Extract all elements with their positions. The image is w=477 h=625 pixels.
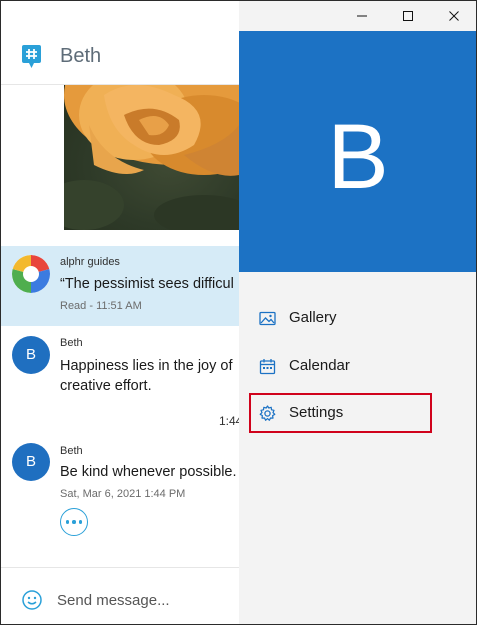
dot — [72, 520, 76, 524]
message-text-line: Happiness lies in the joy of — [60, 358, 233, 374]
message-status: Read - 11:51 AM — [60, 300, 142, 312]
gallery-icon — [259, 311, 276, 326]
alphr-logo-icon — [12, 255, 50, 293]
message-sender: Beth — [60, 337, 83, 349]
menu-label: Calendar — [289, 357, 350, 374]
menu-item-gallery[interactable]: Gallery — [251, 298, 434, 338]
menu-item-calendar[interactable]: Calendar — [251, 346, 434, 386]
message-item[interactable]: B Beth Be kind whenever possible. Sat, M… — [1, 436, 239, 506]
menu-label: Settings — [289, 404, 344, 421]
title-bar — [239, 1, 476, 31]
emoji-icon[interactable] — [22, 590, 42, 610]
maximize-button[interactable] — [385, 1, 431, 31]
menu-item-settings[interactable]: Settings — [249, 393, 432, 433]
calendar-icon — [259, 359, 276, 375]
message-item[interactable]: alphr guides “The pessimist sees difficu… — [1, 246, 239, 326]
message-sender: Beth — [60, 445, 83, 457]
message-item[interactable]: B Beth Happiness lies in the joy of crea… — [1, 326, 239, 436]
chat-pane: Beth alphr guides “The pessimist sees di… — [1, 1, 242, 624]
menu-label: Gallery — [289, 309, 337, 326]
minimize-icon — [357, 15, 367, 17]
maximize-icon — [403, 11, 413, 21]
message-sender: alphr guides — [60, 256, 120, 268]
minimize-button[interactable] — [339, 1, 385, 31]
groupme-logo-icon — [22, 45, 41, 68]
chat-header: Beth — [1, 1, 239, 85]
dot — [65, 520, 70, 524]
app-window: Beth alphr guides “The pessimist sees di… — [0, 0, 477, 625]
alphr-avatar[interactable] — [12, 255, 50, 293]
message-timestamp: Sat, Mar 6, 2021 1:44 PM — [60, 488, 186, 500]
close-icon — [449, 11, 459, 21]
message-text: “The pessimist sees difficul — [60, 276, 234, 292]
shared-photo[interactable] — [64, 85, 239, 230]
profile-panel: B Gallery Calendar Settings — [239, 1, 476, 624]
message-text: Be kind whenever possible. — [60, 464, 237, 480]
profile-initial: B — [327, 106, 389, 208]
contact-name: Beth — [60, 45, 102, 67]
rose-image — [64, 85, 239, 230]
avatar[interactable]: B — [12, 336, 50, 374]
gear-icon — [259, 405, 276, 421]
avatar[interactable]: B — [12, 443, 50, 481]
message-input[interactable] — [57, 592, 232, 609]
close-button[interactable] — [431, 1, 476, 31]
more-options-button[interactable] — [60, 508, 88, 536]
message-composer — [1, 567, 239, 624]
dot — [78, 520, 83, 524]
message-text-line: creative effort. — [60, 378, 152, 394]
profile-banner: B — [239, 31, 476, 272]
